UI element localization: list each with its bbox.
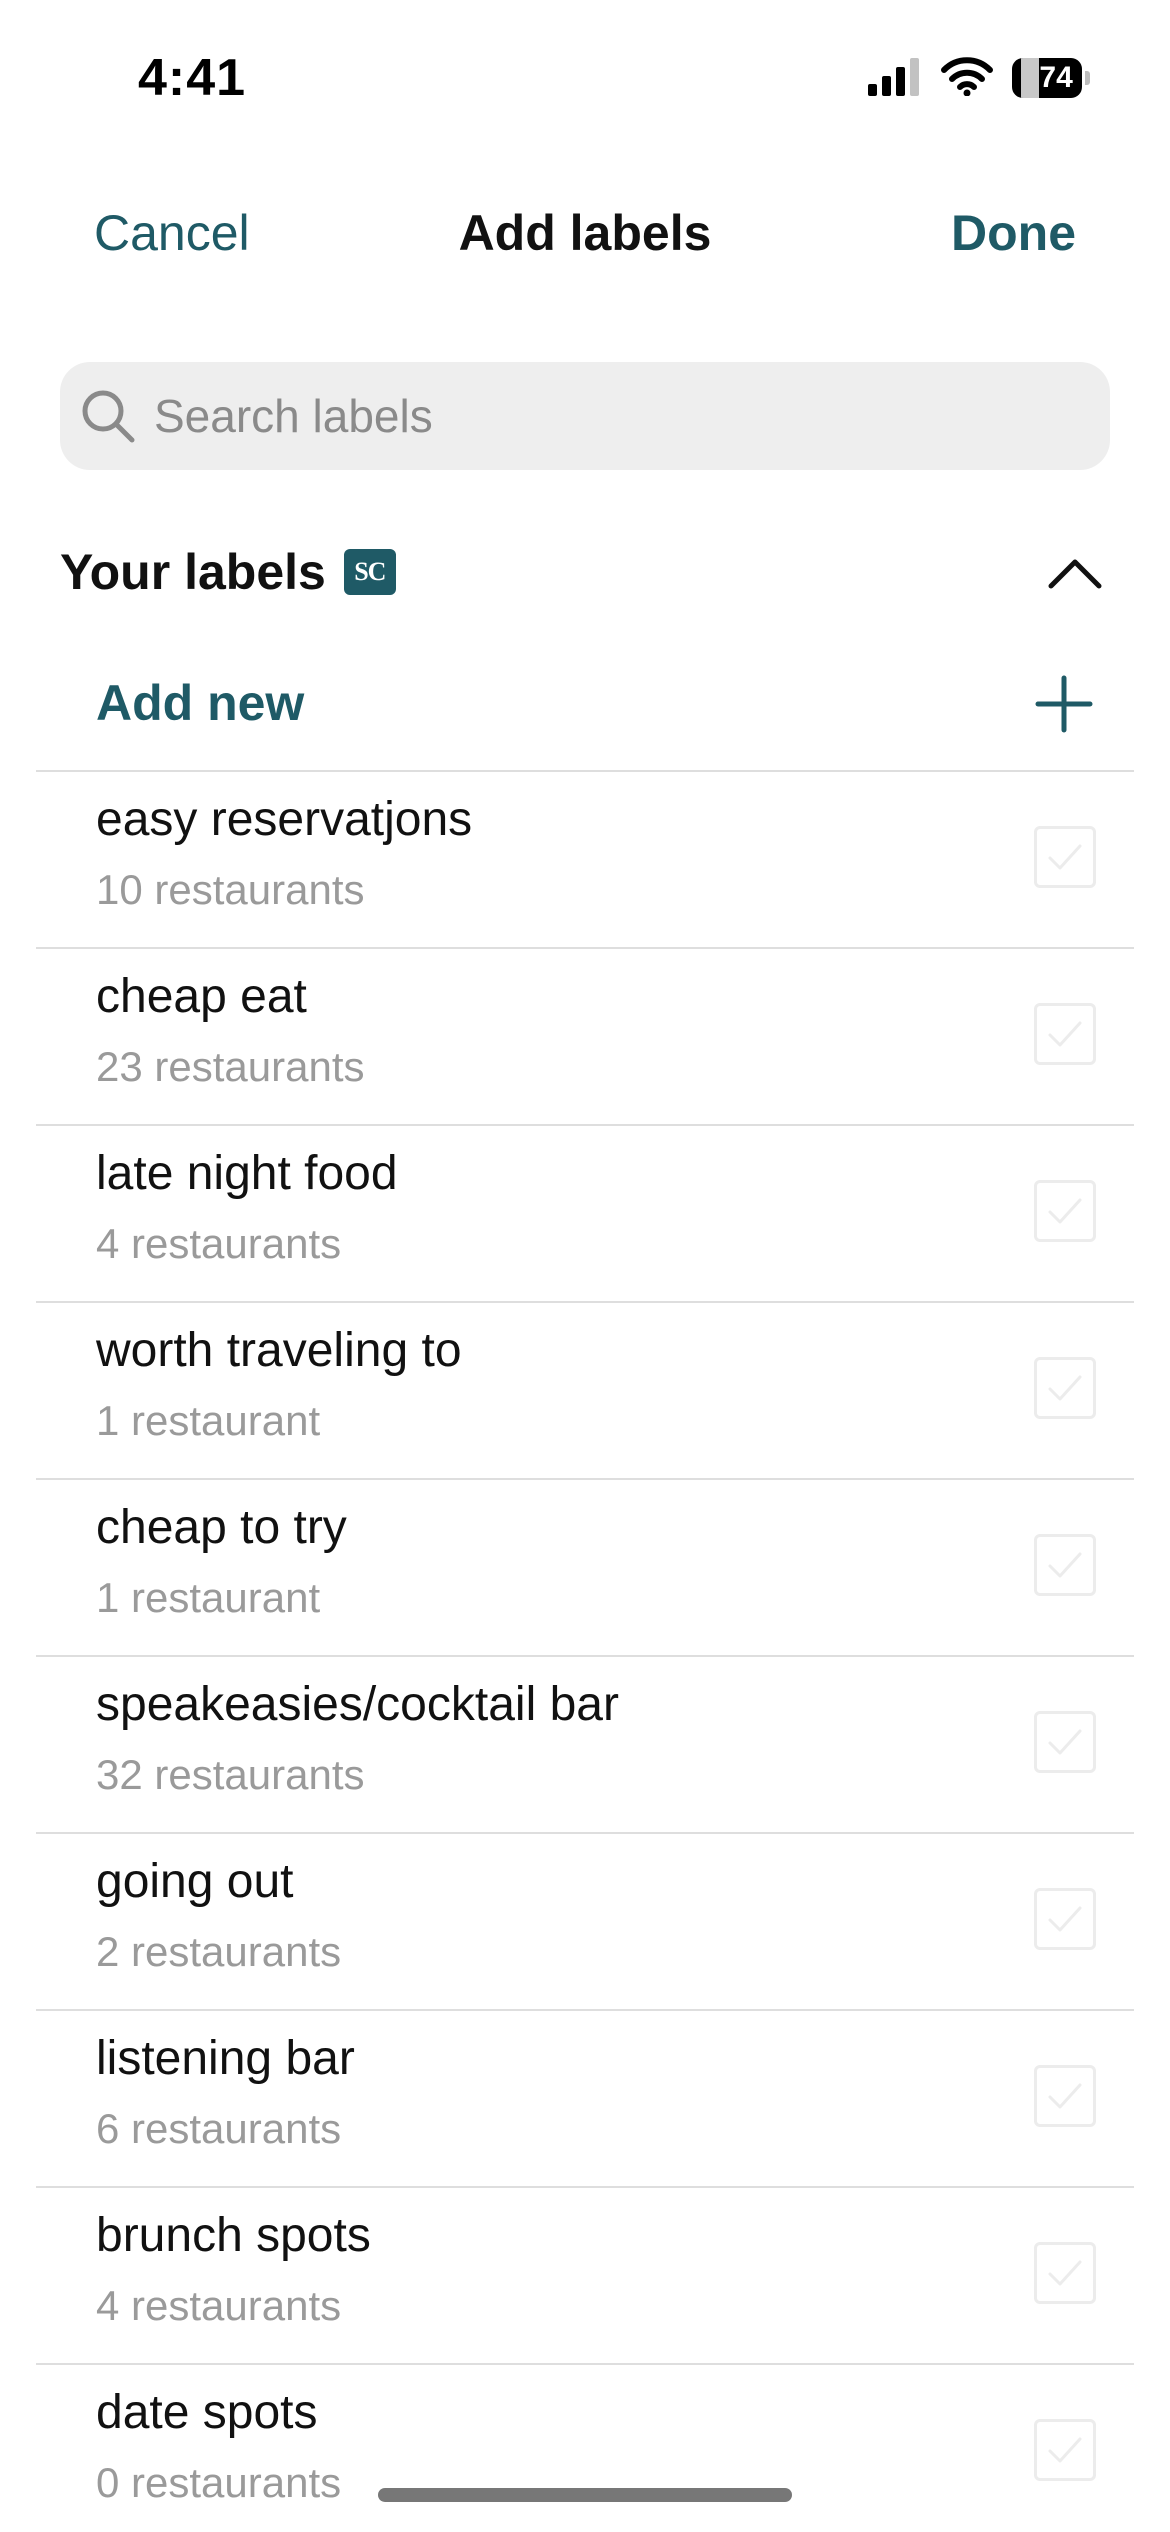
- wifi-icon: [940, 56, 994, 101]
- checkbox[interactable]: [1034, 1003, 1096, 1065]
- label-row[interactable]: speakeasies/cocktail bar 32 restaurants: [36, 1657, 1134, 1834]
- checkbox[interactable]: [1034, 826, 1096, 888]
- label-row[interactable]: cheap to try 1 restaurant: [36, 1480, 1134, 1657]
- checkmark-icon: [1048, 1906, 1082, 1932]
- sc-badge: SC: [343, 549, 396, 595]
- checkbox[interactable]: [1034, 2419, 1096, 2481]
- label-row[interactable]: brunch spots 4 restaurants: [36, 2188, 1134, 2365]
- label-count: 23 restaurants: [96, 1043, 365, 1090]
- search-input[interactable]: [152, 388, 1056, 444]
- battery-level: 74: [1039, 61, 1073, 94]
- label-name: easy reservatjons: [96, 793, 473, 846]
- label-name: speakeasies/cocktail bar: [96, 1678, 619, 1731]
- label-name: brunch spots: [96, 2209, 371, 2262]
- label-count: 1 restaurant: [96, 1574, 321, 1621]
- label-row[interactable]: worth traveling to 1 restaurant: [36, 1303, 1134, 1480]
- checkbox[interactable]: [1034, 2242, 1096, 2304]
- label-name: listening bar: [96, 2032, 355, 2085]
- label-row[interactable]: date spots 0 restaurants: [36, 2365, 1134, 2532]
- status-bar: 4:41 74: [0, 0, 1170, 150]
- your-labels-header: Your labels SC: [60, 532, 1110, 612]
- signal-icon: [866, 56, 922, 101]
- label-row[interactable]: going out 2 restaurants: [36, 1834, 1134, 2011]
- home-indicator[interactable]: [378, 2488, 792, 2502]
- label-count: 2 restaurants: [96, 1928, 342, 1975]
- label-name: date spots: [96, 2386, 318, 2439]
- label-count: 6 restaurants: [96, 2105, 342, 2152]
- checkmark-icon: [1048, 1021, 1082, 1047]
- checkmark-icon: [1048, 2260, 1082, 2286]
- label-count: 1 restaurant: [96, 1397, 321, 1444]
- label-count: 0 restaurants: [96, 2459, 342, 2506]
- done-button[interactable]: Done: [951, 204, 1076, 262]
- checkbox[interactable]: [1034, 1534, 1096, 1596]
- checkbox[interactable]: [1034, 2065, 1096, 2127]
- checkbox[interactable]: [1034, 1711, 1096, 1773]
- section-title: Your labels: [60, 544, 326, 600]
- label-name: going out: [96, 1855, 294, 1908]
- checkmark-icon: [1048, 1552, 1082, 1578]
- status-icons: 74: [866, 56, 1090, 100]
- label-count: 4 restaurants: [96, 2282, 342, 2329]
- label-count: 4 restaurants: [96, 1220, 342, 1267]
- battery-icon: 74: [1012, 58, 1090, 98]
- label-name: late night food: [96, 1147, 398, 1200]
- label-name: worth traveling to: [96, 1324, 462, 1377]
- checkbox[interactable]: [1034, 1357, 1096, 1419]
- label-list: easy reservatjons 10 restaurants cheap e…: [36, 772, 1134, 2532]
- checkmark-icon: [1048, 1198, 1082, 1224]
- nav-header: Cancel Add labels Done: [0, 190, 1170, 280]
- search-bar[interactable]: [60, 362, 1110, 470]
- label-count: 32 restaurants: [96, 1751, 365, 1798]
- label-count: 10 restaurants: [96, 866, 365, 913]
- checkmark-icon: [1048, 1375, 1082, 1401]
- search-icon: [78, 386, 138, 446]
- chevron-up-icon[interactable]: [1040, 542, 1110, 602]
- checkmark-icon: [1048, 2083, 1082, 2109]
- checkbox[interactable]: [1034, 1180, 1096, 1242]
- label-row[interactable]: easy reservatjons 10 restaurants: [36, 772, 1134, 949]
- checkmark-icon: [1048, 1729, 1082, 1755]
- checkmark-icon: [1048, 844, 1082, 870]
- label-name: cheap to try: [96, 1501, 347, 1554]
- add-new-button[interactable]: Add new: [36, 650, 1134, 772]
- checkmark-icon: [1048, 2437, 1082, 2463]
- label-row[interactable]: late night food 4 restaurants: [36, 1126, 1134, 1303]
- label-row[interactable]: cheap eat 23 restaurants: [36, 949, 1134, 1126]
- status-time: 4:41: [138, 49, 247, 107]
- label-row[interactable]: listening bar 6 restaurants: [36, 2011, 1134, 2188]
- add-labels-screen: 4:41 74 Cancel Add labels Done Search la…: [0, 0, 1170, 2532]
- add-new-label: Add new: [96, 675, 305, 731]
- label-name: cheap eat: [96, 970, 307, 1023]
- plus-icon[interactable]: [1032, 672, 1096, 736]
- checkbox[interactable]: [1034, 1888, 1096, 1950]
